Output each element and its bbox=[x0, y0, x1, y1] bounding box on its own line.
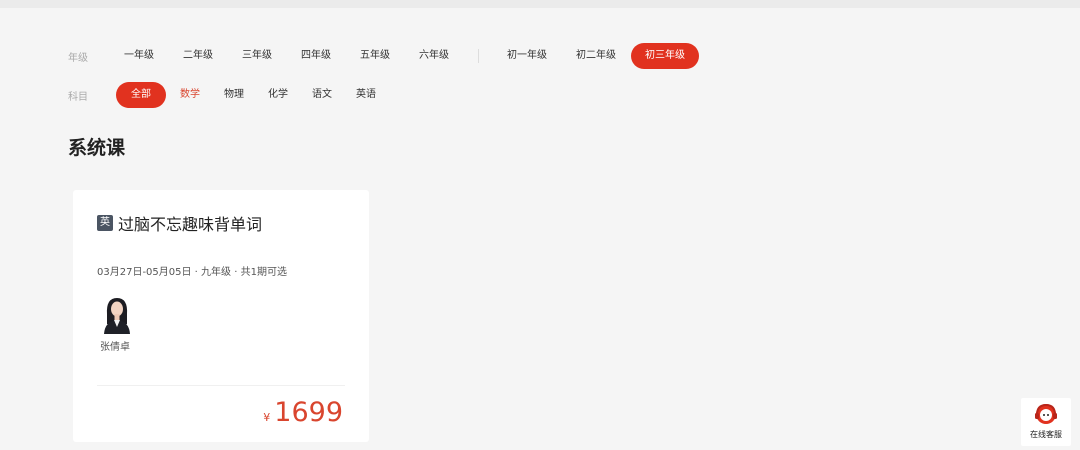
teacher-avatar bbox=[100, 294, 134, 334]
grade-filter-label: 年级 bbox=[68, 52, 88, 64]
card-divider bbox=[97, 385, 345, 386]
online-service-button[interactable]: 在线客服 bbox=[1021, 398, 1071, 446]
customer-service-icon bbox=[1032, 402, 1060, 428]
subject-option-physics[interactable]: 物理 bbox=[212, 82, 256, 108]
grade-option-7[interactable]: 初一年级 bbox=[493, 43, 561, 69]
avatar-icon bbox=[100, 294, 134, 334]
subject-option-all-selected[interactable]: 全部 bbox=[116, 82, 166, 108]
grade-filter: 年级 一年级 二年级 三年级 四年级 五年级 六年级 初一年级 初二年级 初三年… bbox=[68, 43, 700, 69]
subject-option-math[interactable]: 数学 bbox=[168, 82, 212, 108]
grade-divider bbox=[478, 49, 479, 63]
price: ¥ 1699 bbox=[263, 397, 343, 428]
grade-option-4[interactable]: 四年级 bbox=[287, 43, 345, 69]
grade-option-1[interactable]: 一年级 bbox=[110, 43, 168, 69]
online-service-label: 在线客服 bbox=[1030, 430, 1062, 439]
price-value: 1699 bbox=[274, 397, 343, 428]
grade-option-2[interactable]: 二年级 bbox=[169, 43, 227, 69]
section-title: 系统课 bbox=[68, 137, 126, 159]
subject-option-chemistry[interactable]: 化学 bbox=[256, 82, 300, 108]
subject-option-english[interactable]: 英语 bbox=[344, 82, 388, 108]
grade-option-9-selected[interactable]: 初三年级 bbox=[631, 43, 699, 69]
course-name[interactable]: 过脑不忘趣味背单词 bbox=[118, 211, 262, 235]
subject-filter: 科目 全部 数学 物理 化学 语文 英语 bbox=[68, 82, 388, 108]
grade-option-6[interactable]: 六年级 bbox=[405, 43, 463, 69]
subject-filter-label: 科目 bbox=[68, 91, 88, 103]
top-bar bbox=[0, 0, 1080, 8]
subject-tag: 英 bbox=[97, 215, 113, 231]
grade-option-5[interactable]: 五年级 bbox=[346, 43, 404, 69]
teacher: 张倩卓 bbox=[97, 294, 137, 353]
course-title-row: 英 过脑不忘趣味背单词 bbox=[97, 211, 262, 235]
course-meta: 03月27日-05月05日 · 九年级 · 共1期可选 bbox=[97, 267, 287, 278]
teacher-name: 张倩卓 bbox=[100, 342, 130, 353]
grade-option-8[interactable]: 初二年级 bbox=[562, 43, 630, 69]
subject-option-chinese[interactable]: 语文 bbox=[300, 82, 344, 108]
price-currency: ¥ bbox=[263, 411, 271, 424]
course-card[interactable]: 英 过脑不忘趣味背单词 03月27日-05月05日 · 九年级 · 共1期可选 … bbox=[73, 190, 369, 442]
grade-option-3[interactable]: 三年级 bbox=[228, 43, 286, 69]
